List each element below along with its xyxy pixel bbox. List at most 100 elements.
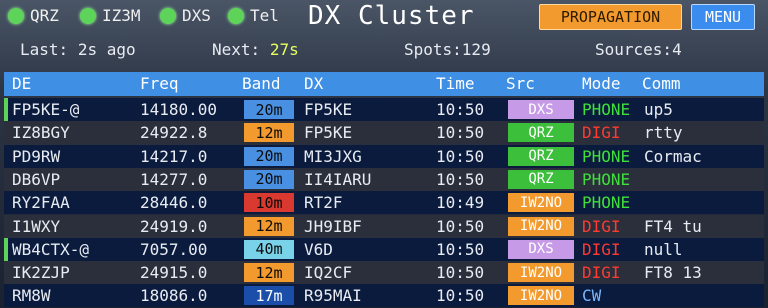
cell-freq: 14277.0 (140, 169, 208, 189)
band-badge: 20m (244, 146, 294, 166)
dx-cluster-screen: QRZ IZ3M DXS Tel DX Cluster PROPAGATION … (0, 0, 768, 308)
stats-bar: Last: 2s ago Next: 27s Spots:129 Sources… (0, 36, 768, 64)
cell-mode: PHONE (582, 169, 631, 189)
cell-mode: DIGI (582, 123, 621, 143)
cell-de[interactable]: FP5KE-@ (12, 100, 79, 119)
cell-dx[interactable]: II4IARU (304, 170, 371, 189)
source-badge: DXS (508, 239, 574, 259)
spots-table: DE Freq Band DX Time Src Mode Comm FP5KE… (4, 72, 764, 308)
cell-dx[interactable]: RT2F (304, 193, 343, 212)
last-value: 2s ago (77, 40, 136, 59)
status-dot-icon (8, 7, 24, 24)
col-header-band[interactable]: Band (242, 74, 281, 93)
cell-time: 10:50 (436, 123, 485, 143)
cell-de[interactable]: IK2ZJP (12, 263, 70, 282)
cell-time: 10:49 (436, 193, 485, 213)
band-badge: 10m (244, 193, 294, 213)
cell-comm: Cormac (644, 146, 702, 166)
cell-time: 10:50 (436, 286, 485, 306)
table-row[interactable]: DB6VP 14277.0 20m II4IARU 10:50 QRZ PHONE (4, 167, 764, 191)
propagation-button[interactable]: PROPAGATION (539, 4, 682, 30)
cell-de[interactable]: RY2FAA (12, 193, 70, 212)
next-value: 27s (269, 40, 299, 59)
source-indicator-dxs[interactable]: DXS (160, 6, 211, 25)
self-spot-marker (4, 98, 8, 121)
source-indicator-tel[interactable]: Tel (228, 6, 279, 25)
cell-freq: 7057.00 (140, 239, 208, 259)
source-badge: QRZ (508, 146, 574, 166)
status-dot-icon (228, 7, 244, 24)
cell-de[interactable]: WB4CTX-@ (12, 240, 89, 259)
source-badge: QRZ (508, 123, 574, 143)
band-badge: 12m (244, 263, 294, 283)
cell-freq: 18086.0 (140, 286, 208, 306)
cell-mode: PHONE (582, 146, 631, 166)
source-label: IZ3M (102, 6, 141, 25)
top-bar: QRZ IZ3M DXS Tel DX Cluster PROPAGATION … (0, 0, 768, 34)
cell-comm: rtty (644, 123, 683, 143)
table-row[interactable]: IK2ZJP 24915.0 12m IQ2CF 10:50 IW2NO DIGI FT8 1… (4, 261, 764, 285)
cell-dx[interactable]: MI3JXG (304, 147, 362, 166)
table-row[interactable]: IZ8BGY 24922.8 12m FP5KE 10:50 QRZ DIGI rtty (4, 121, 764, 145)
cell-de[interactable]: IZ8BGY (12, 123, 70, 142)
cell-de[interactable]: RM8W (12, 286, 51, 305)
source-badge: DXS (508, 100, 574, 119)
band-badge: 17m (244, 286, 294, 306)
cell-freq: 14217.0 (140, 146, 208, 166)
spots-count: Spots:129 (404, 40, 491, 59)
cell-mode: PHONE (582, 100, 631, 119)
cell-freq: 28446.0 (140, 193, 208, 213)
cell-mode: DIGI (582, 216, 621, 236)
band-badge: 12m (244, 216, 294, 236)
source-badge: IW2NO (508, 263, 574, 283)
cell-de[interactable]: I1WXY (12, 217, 60, 236)
source-label: Tel (250, 6, 279, 25)
band-badge: 40m (244, 239, 294, 259)
source-label: QRZ (30, 6, 59, 25)
cell-dx[interactable]: FP5KE (304, 100, 352, 119)
cell-mode: CW (582, 286, 602, 306)
cell-dx[interactable]: JH9IBF (304, 217, 362, 236)
last-label: Last: (20, 40, 69, 59)
cell-dx[interactable]: R95MAI (304, 286, 362, 305)
menu-button[interactable]: MENU (691, 4, 755, 30)
col-header-freq[interactable]: Freq (140, 74, 179, 93)
cell-freq: 14180.00 (140, 100, 218, 119)
col-header-de[interactable]: DE (12, 74, 31, 93)
col-header-dx[interactable]: DX (304, 74, 323, 93)
cell-time: 10:50 (436, 146, 485, 166)
source-indicator-iz3m[interactable]: IZ3M (80, 6, 141, 25)
source-indicator-qrz[interactable]: QRZ (8, 6, 59, 25)
col-header-time[interactable]: Time (436, 74, 475, 93)
page-title: DX Cluster (308, 1, 475, 31)
cell-mode: DIGI (582, 263, 621, 283)
cell-de[interactable]: PD9RW (12, 147, 60, 166)
cell-dx[interactable]: IQ2CF (304, 263, 352, 282)
cell-comm: up5 (644, 100, 673, 119)
table-row[interactable]: RY2FAA 28446.0 10m RT2F 10:49 IW2NO PHONE (4, 191, 764, 215)
cell-freq: 24919.0 (140, 216, 208, 236)
table-row[interactable]: PD9RW 14217.0 20m MI3JXG 10:50 QRZ PHONE Cormac (4, 144, 764, 168)
table-row[interactable]: WB4CTX-@ 7057.00 40m V6D 10:50 DXS DIGI null (4, 237, 764, 261)
table-row[interactable]: I1WXY 24919.0 12m JH9IBF 10:50 IW2NO DIGI FT4 t… (4, 214, 764, 238)
source-badge: QRZ (508, 169, 574, 189)
cell-comm: FT4 tu (644, 216, 702, 236)
cell-de[interactable]: DB6VP (12, 170, 60, 189)
cell-dx[interactable]: V6D (304, 240, 333, 259)
table-row[interactable]: FP5KE-@ 14180.00 20m FP5KE 10:50 DXS PHONE up5 (4, 98, 764, 121)
col-header-mode[interactable]: Mode (582, 74, 621, 93)
table-header: DE Freq Band DX Time Src Mode Comm (4, 72, 764, 96)
col-header-src[interactable]: Src (506, 74, 535, 93)
table-row[interactable]: RM8W 18086.0 17m R95MAI 10:50 IW2NO CW (4, 284, 764, 308)
cell-freq: 24922.8 (140, 123, 208, 143)
next-label: Next: (212, 40, 261, 59)
band-badge: 20m (244, 169, 294, 189)
cell-dx[interactable]: FP5KE (304, 123, 352, 142)
source-badge: IW2NO (508, 286, 574, 306)
next-update-stat: Next: 27s (212, 40, 299, 59)
status-dot-icon (160, 7, 176, 24)
col-header-comm[interactable]: Comm (642, 74, 681, 93)
cell-comm: null (644, 239, 683, 259)
cell-freq: 24915.0 (140, 263, 208, 283)
cell-time: 10:50 (436, 216, 485, 236)
